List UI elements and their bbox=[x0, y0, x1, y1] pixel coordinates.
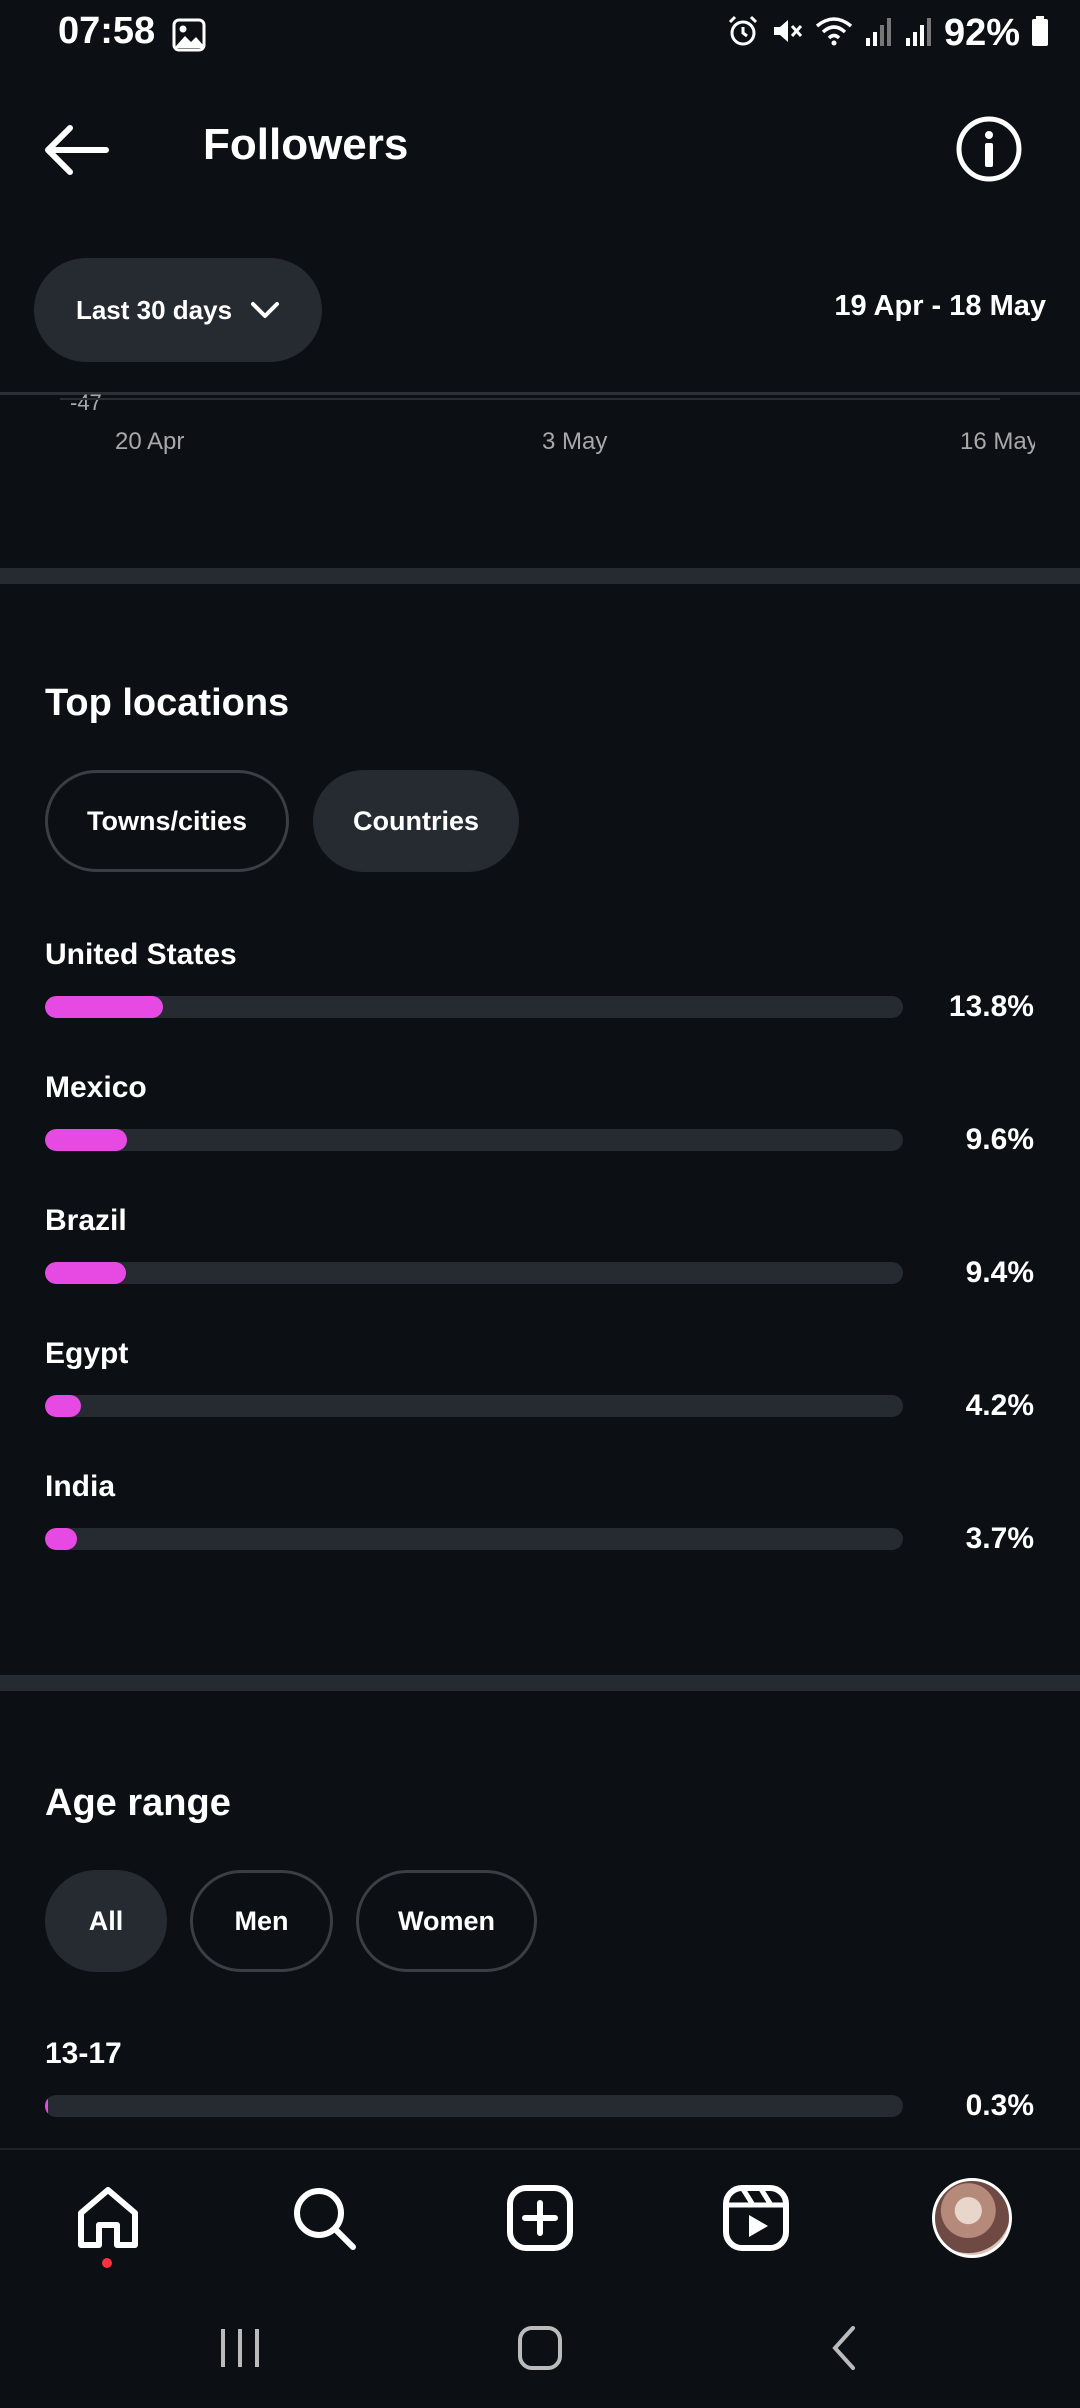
status-bar: 07:58 92% bbox=[0, 0, 1080, 70]
home-circle-icon bbox=[518, 2326, 562, 2370]
system-home-button[interactable] bbox=[510, 2318, 570, 2378]
nav-reels-button[interactable] bbox=[716, 2178, 796, 2258]
notification-dot bbox=[102, 2258, 112, 2268]
location-percent: 9.4% bbox=[965, 1256, 1034, 1289]
chart-top-border bbox=[0, 392, 1080, 395]
chart-x-label: 20 Apr bbox=[115, 428, 185, 455]
back-arrow-icon bbox=[45, 125, 109, 175]
location-bar-fill bbox=[45, 1262, 126, 1284]
location-bar-track bbox=[45, 996, 903, 1018]
location-row: Egypt 4.2% bbox=[0, 1337, 1080, 1457]
page-title: Followers bbox=[203, 120, 409, 169]
chart-y-label: -47 bbox=[70, 390, 102, 415]
location-name: India bbox=[45, 1470, 116, 1503]
location-row: Brazil 9.4% bbox=[0, 1204, 1080, 1324]
location-bar-fill bbox=[45, 1528, 77, 1550]
recents-icon bbox=[221, 2329, 259, 2367]
bottom-nav bbox=[0, 2148, 1080, 2290]
system-back-button[interactable] bbox=[815, 2318, 875, 2378]
nav-home-button[interactable] bbox=[68, 2178, 148, 2258]
signal-icon bbox=[864, 14, 894, 53]
info-button[interactable] bbox=[955, 115, 1023, 183]
signal-icon bbox=[904, 14, 934, 53]
chevron-down-icon bbox=[251, 302, 280, 318]
search-icon bbox=[294, 2188, 356, 2250]
location-name: Egypt bbox=[45, 1337, 129, 1370]
nav-create-button[interactable] bbox=[500, 2178, 580, 2258]
section-divider bbox=[0, 1675, 1080, 1691]
system-nav-bar bbox=[0, 2288, 1080, 2408]
age-range-title: Age range bbox=[45, 1782, 231, 1824]
battery-percent: 92% bbox=[943, 12, 1020, 54]
back-button[interactable] bbox=[42, 122, 112, 178]
location-bar-track bbox=[45, 1262, 903, 1284]
location-bar-fill bbox=[45, 1395, 81, 1417]
age-percent: 0.3% bbox=[965, 2089, 1034, 2122]
location-percent: 3.7% bbox=[965, 1522, 1034, 1555]
top-locations-title: Top locations bbox=[45, 682, 290, 724]
date-range-text: 19 Apr - 18 May bbox=[834, 290, 1046, 322]
reels-icon bbox=[723, 2185, 789, 2251]
wifi-icon bbox=[814, 14, 854, 53]
battery-icon bbox=[1030, 14, 1050, 53]
mute-icon bbox=[770, 14, 804, 53]
chart-x-label: 16 May bbox=[960, 428, 1035, 455]
age-bar-track bbox=[45, 2095, 903, 2117]
location-percent: 4.2% bbox=[965, 1389, 1034, 1422]
location-name: Brazil bbox=[45, 1204, 127, 1237]
location-percent: 9.6% bbox=[965, 1123, 1034, 1156]
location-name: United States bbox=[45, 938, 237, 971]
date-range-dropdown[interactable]: Last 30 days bbox=[34, 258, 322, 362]
location-bar-track bbox=[45, 1129, 903, 1151]
age-row: 13-17 0.3% bbox=[0, 2037, 1080, 2157]
info-icon bbox=[956, 116, 1022, 182]
age-label: 13-17 bbox=[45, 2037, 122, 2070]
location-bar-track bbox=[45, 1528, 903, 1550]
home-icon bbox=[78, 2187, 138, 2248]
location-percent: 13.8% bbox=[948, 990, 1034, 1023]
nav-profile-avatar[interactable] bbox=[932, 2178, 1012, 2258]
create-icon bbox=[507, 2185, 573, 2251]
location-bar-fill bbox=[45, 1129, 127, 1151]
nav-search-button[interactable] bbox=[284, 2178, 364, 2258]
location-bar-fill bbox=[45, 996, 163, 1018]
tab-men[interactable]: Men bbox=[190, 1870, 333, 1972]
alarm-icon bbox=[726, 14, 760, 53]
location-bar-track bbox=[45, 1395, 903, 1417]
section-divider bbox=[0, 568, 1080, 584]
back-chevron-icon bbox=[832, 2326, 855, 2370]
location-row: Mexico 9.6% bbox=[0, 1071, 1080, 1191]
chart-gridline bbox=[60, 398, 1000, 400]
status-time: 07:58 bbox=[58, 10, 156, 52]
tab-women[interactable]: Women bbox=[356, 1870, 537, 1972]
image-icon bbox=[172, 18, 206, 57]
tab-towns-cities[interactable]: Towns/cities bbox=[45, 770, 289, 872]
recents-button[interactable] bbox=[210, 2318, 270, 2378]
chart-x-label: 3 May bbox=[542, 428, 608, 455]
date-range-selected: Last 30 days bbox=[75, 294, 233, 325]
tab-all[interactable]: All bbox=[45, 1870, 167, 1972]
followers-insights-screen: 07:58 92% Followers Last 30 days 19 Apr … bbox=[0, 0, 1080, 2408]
tab-countries[interactable]: Countries bbox=[313, 770, 519, 872]
age-bar-fill bbox=[45, 2095, 48, 2117]
header: Followers bbox=[0, 100, 1080, 200]
location-row: India 3.7% bbox=[0, 1470, 1080, 1590]
location-name: Mexico bbox=[45, 1071, 147, 1104]
location-row: United States 13.8% bbox=[0, 938, 1080, 1058]
